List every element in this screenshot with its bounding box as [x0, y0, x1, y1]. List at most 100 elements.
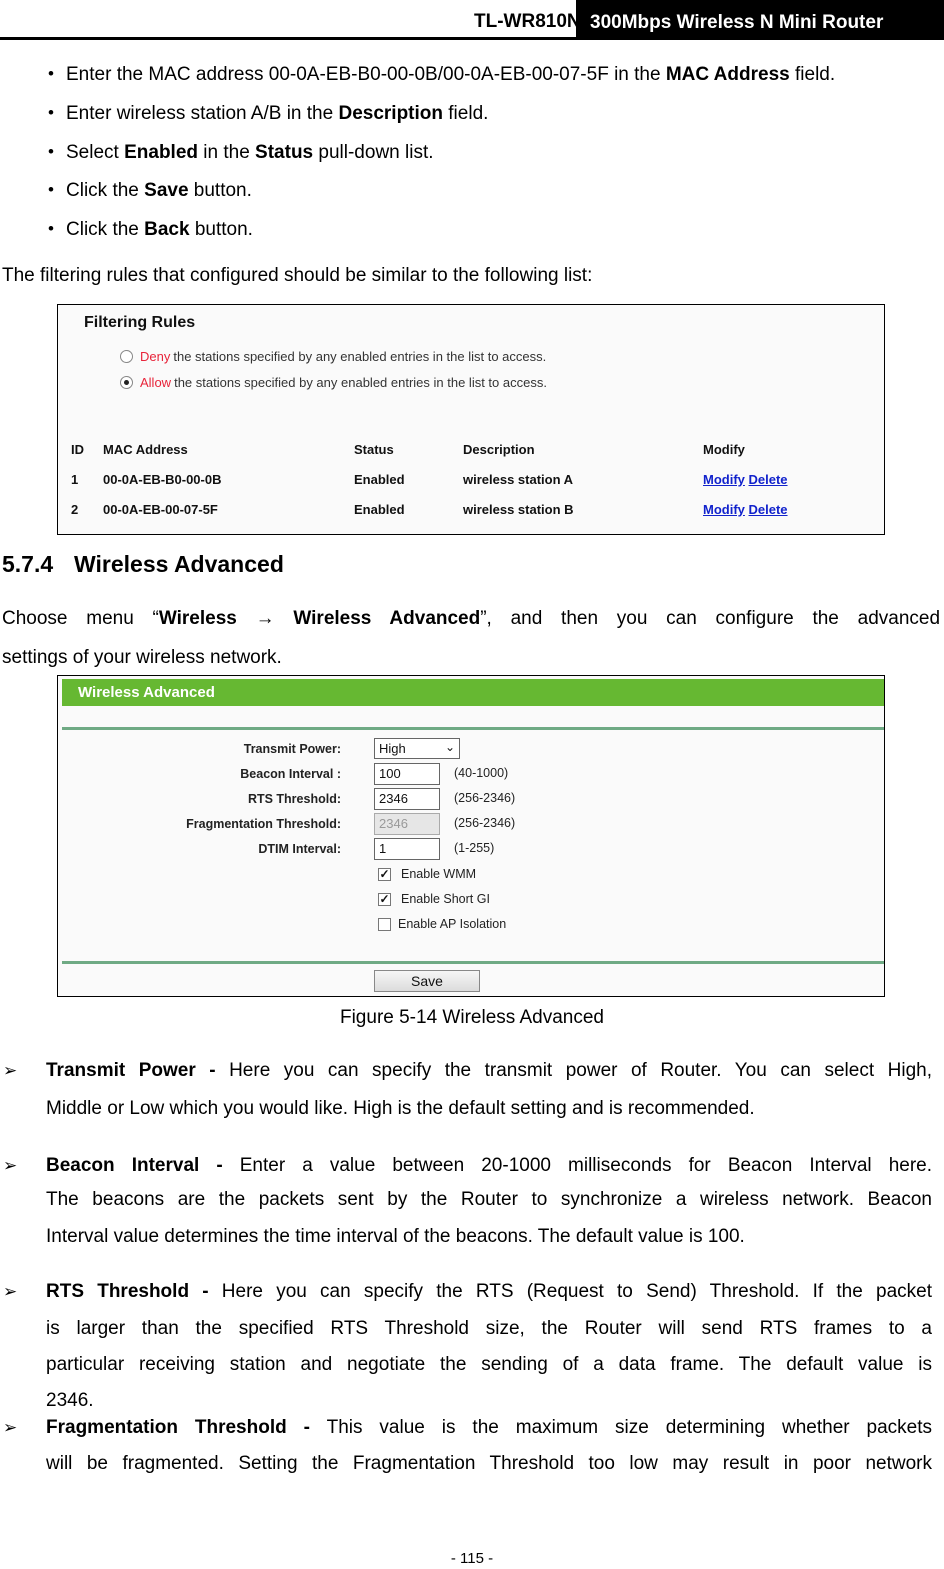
dtim-interval-input[interactable]: 1	[374, 838, 440, 860]
menu-wireless: Wireless	[158, 608, 237, 629]
desc-text: particular receiving station and negotia…	[46, 1354, 932, 1375]
modify-link[interactable]: Modify	[703, 472, 745, 487]
allow-text: the stations specified by any enabled en…	[174, 375, 547, 390]
deny-text: the stations specified by any enabled en…	[173, 349, 547, 364]
intro-text: Choose menu “	[2, 608, 159, 629]
column-header-id: ID	[71, 442, 84, 457]
bullet-text: button.	[189, 219, 253, 240]
column-header-mac: MAC Address	[103, 442, 188, 457]
bullet-text: Enter wireless station A/B in the	[66, 103, 339, 124]
radio-allow[interactable]	[120, 376, 133, 389]
chevron-down-icon: ⌄	[444, 740, 455, 754]
desc-text: 2346.	[46, 1390, 94, 1411]
bullet-text: Click the	[66, 219, 145, 240]
fragmentation-threshold-input: 2346	[374, 813, 440, 835]
bullet-text: field.	[443, 103, 489, 124]
enable-ap-isolation-option[interactable]: Enable AP Isolation	[378, 917, 506, 931]
bullet-dot-icon: •	[48, 64, 54, 83]
enable-ap-isolation-label: Enable AP Isolation	[398, 917, 507, 931]
desc-text: is larger than the specified RTS Thresho…	[46, 1318, 932, 1339]
bullet-text: Click the	[66, 180, 145, 201]
transmit-power-label: Transmit Power:	[243, 742, 341, 756]
save-button[interactable]: Save	[374, 970, 480, 992]
beacon-interval-range: (40-1000)	[454, 766, 509, 780]
row-id: 2	[71, 502, 79, 517]
arrow-bullet-icon: ➢	[3, 1061, 18, 1080]
bullet-bold: Back	[144, 219, 190, 240]
desc-text: Here you can specify the RTS (Request to…	[208, 1281, 932, 1302]
row-description: wireless station A	[463, 472, 574, 487]
fragmentation-threshold-range: (256-2346)	[454, 816, 516, 830]
bullet-text: Enter the MAC address 00-0A-EB-B0-00-0B/…	[66, 64, 666, 85]
row-id: 1	[71, 472, 79, 487]
model-name: TL-WR810N	[474, 11, 581, 32]
desc-text: Middle or Low which you would like. High…	[46, 1098, 755, 1119]
bullet-bold: Status	[255, 142, 314, 163]
wireless-advanced-figure: Wireless Advanced Transmit Power: High ⌄…	[57, 675, 885, 997]
wireless-advanced-title-bar: Wireless Advanced	[62, 679, 884, 706]
desc-text: This value is the maximum size determini…	[310, 1417, 932, 1438]
arrow-bullet-icon: ➢	[3, 1418, 18, 1437]
arrow-bullet-icon: ➢	[3, 1156, 18, 1175]
delete-link[interactable]: Delete	[749, 472, 788, 487]
menu-arrow-icon: →	[255, 608, 275, 629]
term: RTS Threshold -	[46, 1281, 209, 1302]
enable-short-gi-option[interactable]: ✓ Enable Short GI	[378, 892, 490, 906]
row-mac: 00-0A-EB-B0-00-0B	[103, 472, 222, 487]
term: Fragmentation Threshold -	[46, 1417, 310, 1438]
rts-threshold-input[interactable]: 2346	[374, 788, 440, 810]
allow-option[interactable]: Allow the stations specified by any enab…	[120, 375, 547, 390]
bullet-text: button.	[188, 180, 252, 201]
menu-wireless-advanced: Wireless Advanced	[293, 608, 481, 629]
modify-link[interactable]: Modify	[703, 502, 745, 517]
bullet-bold: MAC Address	[665, 64, 790, 85]
bullet-text: in the	[198, 142, 256, 163]
enable-short-gi-label: Enable Short GI	[401, 892, 490, 906]
row-description: wireless station B	[463, 502, 574, 517]
figure-caption: Figure 5-14 Wireless Advanced	[339, 1007, 604, 1028]
section-intro-line2: settings of your wireless network.	[2, 647, 282, 668]
filter-intro: The filtering rules that configured shou…	[2, 265, 593, 286]
bullet-bold: Enabled	[124, 142, 198, 163]
deny-keyword: Deny	[140, 349, 171, 364]
row-status: Enabled	[354, 502, 405, 517]
beacon-interval-input[interactable]: 100	[374, 763, 440, 785]
column-header-modify: Modify	[703, 442, 745, 457]
page-number: - 115 -	[450, 1550, 494, 1567]
dtim-interval-range: (1-255)	[454, 841, 495, 855]
desc-text: Here you can specify the transmit power …	[215, 1060, 932, 1081]
product-name: 300Mbps Wireless N Mini Router	[576, 0, 944, 40]
fragmentation-threshold-label: Fragmentation Threshold:	[186, 817, 341, 831]
bullet-dot-icon: •	[48, 103, 54, 122]
desc-text: The beacons are the packets sent by the …	[46, 1189, 932, 1210]
rts-threshold-label: RTS Threshold:	[247, 792, 341, 806]
column-header-status: Status	[354, 442, 394, 457]
intro-text: ”, and then you can configure the advanc…	[480, 608, 941, 629]
row-status: Enabled	[354, 472, 405, 487]
enable-ap-isolation-checkbox[interactable]	[378, 917, 391, 931]
deny-option[interactable]: Deny the stations specified by any enabl…	[120, 349, 546, 364]
bullet-bold: Description	[338, 103, 443, 124]
bottom-divider	[62, 961, 884, 964]
page-header: TL-WR810N 300Mbps Wireless N Mini Router	[0, 0, 944, 40]
radio-deny[interactable]	[120, 350, 133, 363]
transmit-power-select[interactable]: High ⌄	[374, 738, 460, 759]
section-number: 5.7.4	[2, 551, 54, 577]
enable-short-gi-checkbox[interactable]: ✓	[378, 892, 391, 906]
desc-text: Interval value determines the time inter…	[46, 1226, 745, 1247]
bullet-text: field.	[789, 64, 836, 85]
enable-wmm-checkbox[interactable]: ✓	[378, 867, 391, 881]
enable-wmm-option[interactable]: ✓ Enable WMM	[378, 867, 476, 881]
desc-text: Enter a value between 20-1000 millisecon…	[222, 1155, 932, 1176]
delete-link[interactable]: Delete	[749, 502, 788, 517]
bullet-dot-icon: •	[48, 180, 54, 199]
filtering-rules-title: Filtering Rules	[84, 314, 196, 331]
desc-text: will be fragmented. Setting the Fragment…	[46, 1453, 932, 1474]
bullet-dot-icon: •	[48, 219, 54, 238]
term: Transmit Power -	[46, 1060, 216, 1081]
arrow-bullet-icon: ➢	[3, 1282, 18, 1301]
bullet-bold: Save	[144, 180, 189, 201]
bullet-text: Select	[66, 142, 125, 163]
allow-keyword: Allow	[140, 375, 172, 390]
top-divider	[62, 727, 884, 730]
